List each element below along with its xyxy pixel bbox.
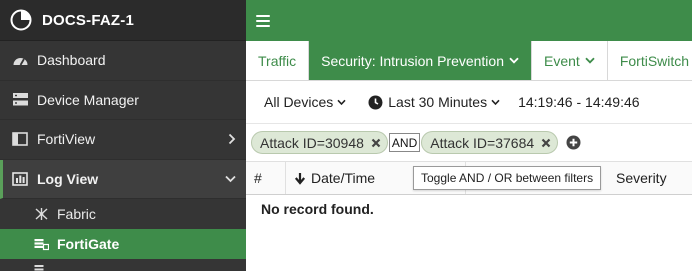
sidebar-item-label: Device Manager <box>37 91 139 108</box>
tab-traffic[interactable]: Traffic <box>246 41 310 80</box>
sidebar-subitem-label: Fabric <box>57 206 96 222</box>
filter-chip-label: Attack ID=37684 <box>430 134 535 151</box>
sidebar-item-label: Log View <box>37 170 99 187</box>
filter-chip-label: Attack ID=30948 <box>260 134 364 151</box>
filter-chip[interactable]: Attack ID=37684 <box>421 131 559 154</box>
sidebar-subitem-label: FortiGate <box>57 236 120 252</box>
sort-down-arrow-icon <box>294 172 306 185</box>
log-type-tabs: Traffic Security: Intrusion Prevention E… <box>246 41 692 81</box>
chevron-right-icon <box>228 134 236 145</box>
sidebar-item-fortiview[interactable]: FortiView <box>0 120 246 160</box>
tab-fortiswitch[interactable]: FortiSwitch <box>608 41 692 80</box>
dashboard-icon <box>11 52 29 68</box>
log-view-icon <box>11 171 29 187</box>
close-icon[interactable] <box>371 138 381 148</box>
sidebar-subitem-fabric[interactable]: Fabric <box>0 199 246 229</box>
sidebar-subitem-truncated <box>0 259 246 271</box>
app-root: DOCS-FAZ-1 Dashboard Device Manager Fort… <box>0 0 692 271</box>
toggle-tooltip: Toggle AND / OR between filters <box>413 166 602 190</box>
device-name: DOCS-FAZ-1 <box>42 11 134 29</box>
chevron-down-icon <box>225 175 236 183</box>
sidebar-subitem-fortigate[interactable]: FortiGate <box>0 229 246 259</box>
sidebar-item-label: FortiView <box>37 131 96 148</box>
hamburger-menu-icon[interactable] <box>256 14 270 27</box>
device-dropdown[interactable]: All Devices <box>264 94 346 110</box>
add-filter-icon[interactable] <box>566 135 581 150</box>
tab-label: FortiSwitch <box>619 52 690 69</box>
fortiview-icon <box>11 131 29 147</box>
tab-label: Security: Intrusion Prevention <box>321 52 504 69</box>
close-icon[interactable] <box>541 138 551 148</box>
sidebar-item-device-manager[interactable]: Device Manager <box>0 81 246 120</box>
tab-label: Event <box>544 52 580 69</box>
column-header-number[interactable]: # <box>246 162 286 194</box>
fortigate-icon <box>34 237 50 251</box>
filter-chips-row: Attack ID=30948 AND Attack ID=37684 <box>246 123 692 161</box>
sidebar-item-dashboard[interactable]: Dashboard <box>0 41 246 81</box>
chevron-down-icon <box>491 99 500 106</box>
sidebar-item-log-view[interactable]: Log View <box>0 159 246 199</box>
and-or-toggle[interactable]: AND <box>388 133 421 152</box>
time-range-value: Last 30 Minutes <box>388 94 488 110</box>
table-header: # Date/Time Severity Toggle AND / OR bet… <box>246 161 692 195</box>
column-header-severity[interactable]: Severity <box>610 162 667 194</box>
chevron-down-icon <box>509 57 519 64</box>
chevron-down-icon <box>585 57 595 64</box>
pie-logo-icon <box>10 9 32 31</box>
tab-security-intrusion-prevention[interactable]: Security: Intrusion Prevention <box>309 41 532 80</box>
time-span-text: 14:19:46 - 14:49:46 <box>518 94 640 110</box>
time-range-dropdown[interactable]: Last 30 Minutes <box>368 94 500 110</box>
top-bar <box>246 0 692 41</box>
chevron-down-icon <box>337 99 346 106</box>
tab-label: Traffic <box>258 52 297 69</box>
sidebar-brand: DOCS-FAZ-1 <box>0 0 246 41</box>
sidebar: DOCS-FAZ-1 Dashboard Device Manager Fort… <box>0 0 246 271</box>
device-manager-icon <box>11 92 29 108</box>
filter-bar: All Devices Last 30 Minutes 14:19:46 - 1… <box>246 81 692 123</box>
device-dropdown-value: All Devices <box>264 94 334 110</box>
filter-chip[interactable]: Attack ID=30948 <box>251 131 388 154</box>
main-panel: Traffic Security: Intrusion Prevention E… <box>246 0 692 271</box>
sidebar-item-label: Dashboard <box>37 52 106 69</box>
empty-state-message: No record found. <box>261 201 374 217</box>
fabric-icon <box>34 207 50 221</box>
tab-event[interactable]: Event <box>532 41 608 80</box>
column-header-label: Date/Time <box>311 170 376 186</box>
clock-icon <box>368 95 383 110</box>
device-log-icon <box>34 261 50 271</box>
